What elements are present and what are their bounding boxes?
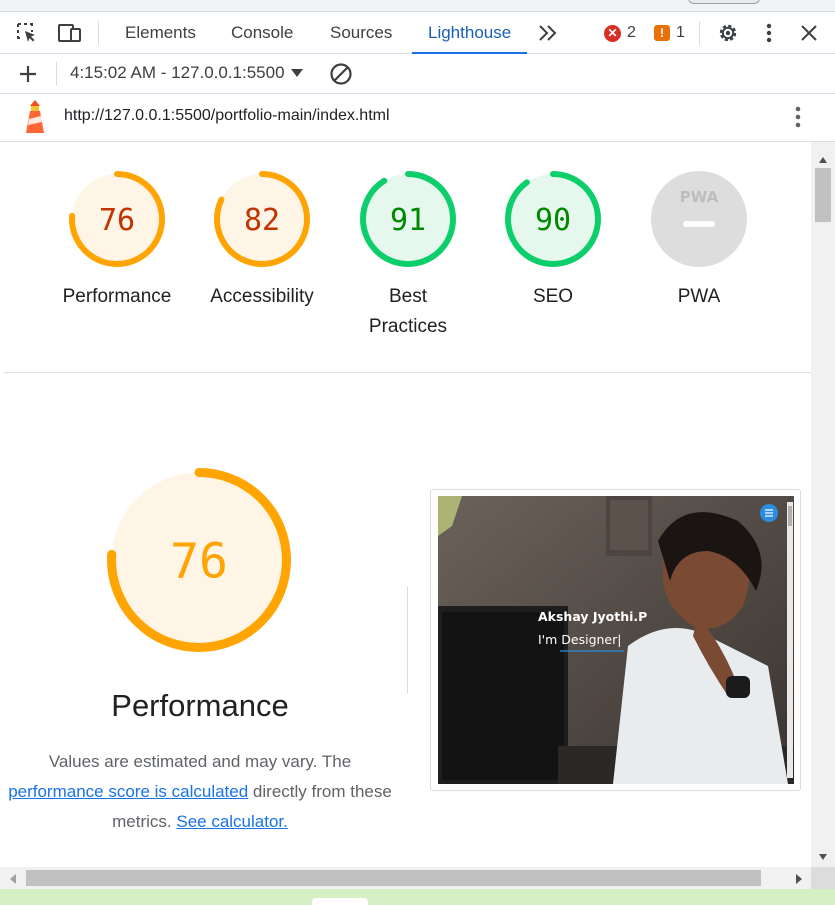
performance-section: 76 Performance Values are estimated and … [4, 373, 811, 867]
gauge-ring: PWA [651, 171, 747, 267]
performance-big-gauge: 76 [106, 467, 292, 658]
close-devtools-icon[interactable] [796, 20, 822, 46]
score-gauge-pwa[interactable]: PWA PWA [629, 170, 769, 312]
gauge-ring: 91 [360, 171, 456, 267]
devtools-tabbar: Elements Console Sources Lighthouse ✕ 2 … [0, 12, 835, 54]
performance-desc-text: Values are estimated and may vary. The [48, 752, 352, 771]
gauge-label: Best Practices [368, 286, 448, 337]
see-calculator-link[interactable]: See calculator. [176, 812, 288, 831]
dropdown-caret-icon [290, 69, 303, 77]
score-gauge-seo[interactable]: 90 SEO [483, 170, 623, 312]
gauge-ring: 90 [505, 171, 601, 267]
warning-icon: ! [654, 25, 670, 41]
warning-count: 1 [676, 24, 685, 41]
new-report-plus-icon[interactable] [15, 61, 41, 87]
lighthouse-toolbar: 4:15:02 AM - 127.0.0.1:5500 [0, 54, 835, 94]
gauge-score-value: 90 [535, 203, 571, 238]
more-tabs-chevron-icon[interactable] [535, 20, 561, 46]
tab-lighthouse[interactable]: Lighthouse [412, 12, 528, 54]
score-calculation-link[interactable]: performance score is calculated [8, 782, 248, 801]
toolbar-divider [699, 21, 700, 45]
devtools-window: Elements Console Sources Lighthouse ✕ 2 … [0, 0, 835, 905]
screenshot-tagline: I'm Designer| [538, 632, 622, 647]
report-url-bar: http://127.0.0.1:5500/portfolio-main/ind… [0, 94, 835, 142]
pwa-dash-icon [683, 221, 715, 227]
gauge-label: Accessibility [210, 286, 314, 307]
final-screenshot: Akshay Jyothi.P I'm Designer| [438, 496, 794, 784]
report-menu-icon[interactable] [785, 104, 811, 130]
settings-gear-icon[interactable] [715, 20, 741, 46]
final-screenshot-frame[interactable]: Akshay Jyothi.P I'm Designer| [430, 489, 801, 791]
scroll-up-arrow-icon[interactable] [818, 151, 828, 169]
gauge-label: PWA [677, 286, 721, 307]
vertical-scroll-thumb[interactable] [815, 168, 831, 222]
report-url[interactable]: http://127.0.0.1:5500/portfolio-main/ind… [64, 107, 390, 125]
lighthouse-logo-icon [22, 99, 48, 140]
toolbar-divider [98, 21, 99, 45]
scroll-left-arrow-icon[interactable] [9, 872, 17, 890]
section-divider [407, 586, 408, 694]
report-content: 76 Performance 82 Accessibility 91 Best Prac… [4, 142, 811, 867]
score-gauge-accessibility[interactable]: 82 Accessibility [192, 170, 332, 312]
gauge-label: SEO [532, 286, 574, 307]
gauge-score-value: 76 [99, 203, 135, 238]
score-gauge-best-practices[interactable]: 91 Best Practices [338, 170, 478, 342]
gauge-score-value: 82 [244, 203, 280, 238]
performance-title: Performance [111, 688, 289, 723]
scroll-down-arrow-icon[interactable] [818, 848, 828, 866]
performance-description: Values are estimated and may vary. The p… [4, 747, 406, 837]
report-selector[interactable]: 4:15:02 AM - 127.0.0.1:5500 [70, 63, 303, 83]
report-selector-label: 4:15:02 AM - 127.0.0.1:5500 [70, 63, 285, 82]
gauge-score-value: 91 [390, 203, 426, 238]
page-bottom-strip [0, 889, 835, 905]
horizontal-scrollbar[interactable] [0, 867, 811, 889]
horizontal-scroll-thumb[interactable] [26, 870, 761, 886]
tab-elements[interactable]: Elements [109, 12, 212, 54]
pwa-badge-text: PWA [680, 188, 719, 206]
clear-reports-icon[interactable] [328, 61, 354, 87]
device-toolbar-icon[interactable] [57, 20, 83, 46]
screenshot-name: Akshay Jyothi.P [538, 609, 648, 624]
toolbar-divider [56, 62, 57, 86]
gauge-label: Performance [62, 286, 172, 307]
gauge-ring: 76 [69, 171, 165, 267]
pwa-disc [651, 171, 747, 267]
page-bottom-nub [312, 898, 368, 905]
warning-badge[interactable]: ! 1 [654, 22, 685, 44]
gauge-ring: 82 [214, 171, 310, 267]
score-gauge-performance[interactable]: 76 Performance [47, 170, 187, 312]
error-icon: ✕ [604, 24, 621, 42]
gauge-score-value: 76 [170, 533, 228, 589]
more-options-icon[interactable] [756, 20, 782, 46]
error-count: 2 [627, 24, 636, 41]
tab-sources[interactable]: Sources [314, 12, 408, 54]
scrollbar-corner [811, 867, 835, 889]
browser-top-edge [0, 0, 835, 12]
inspect-element-icon[interactable] [14, 20, 40, 46]
vertical-scrollbar[interactable] [811, 142, 835, 867]
scroll-right-arrow-icon[interactable] [795, 872, 803, 890]
scores-summary: 76 Performance 82 Accessibility 91 Best Prac… [4, 142, 811, 373]
tab-console[interactable]: Console [215, 12, 309, 54]
error-badge[interactable]: ✕ 2 [604, 22, 636, 44]
browser-tab-edge[interactable] [688, 0, 760, 4]
